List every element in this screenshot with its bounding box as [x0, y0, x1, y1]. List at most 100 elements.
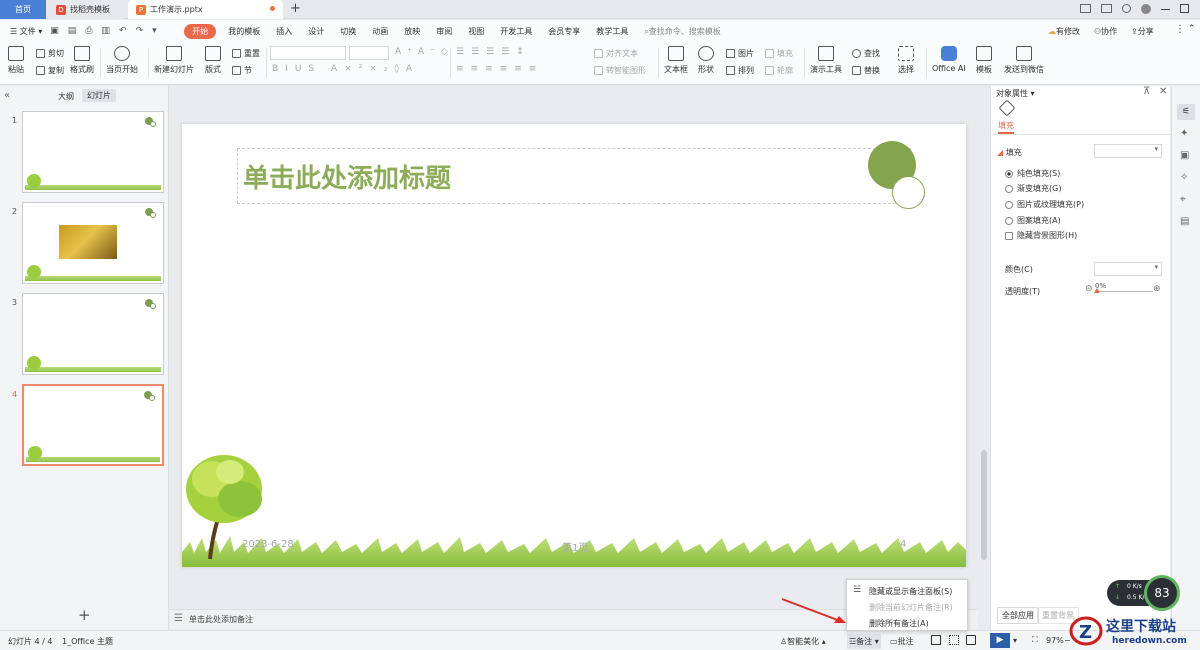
- transparency-slider[interactable]: [1095, 291, 1153, 292]
- increase-icon[interactable]: ⊕: [1153, 284, 1161, 294]
- slide-thumbnail-4[interactable]: [22, 384, 164, 466]
- replace-button[interactable]: 替换: [852, 65, 880, 76]
- picture-button[interactable]: 图片: [726, 48, 754, 59]
- notes-placeholder[interactable]: 单击此处添加备注: [189, 614, 253, 625]
- color-dropdown[interactable]: ▾: [1094, 262, 1162, 276]
- normal-view-icon[interactable]: [931, 635, 941, 645]
- tab-home[interactable]: 首页: [0, 0, 46, 19]
- pattern-fill-option[interactable]: 图案填充(A): [1005, 215, 1061, 226]
- menu-member[interactable]: 会员专享: [540, 26, 588, 37]
- menu-review[interactable]: 审阅: [428, 26, 460, 37]
- menu-transition[interactable]: 切换: [332, 26, 364, 37]
- decrease-icon[interactable]: ⊖: [1085, 284, 1093, 294]
- transition-icon[interactable]: ▣: [1180, 150, 1189, 161]
- sorter-view-icon[interactable]: [949, 635, 959, 645]
- new-slide-button[interactable]: 新建幻灯片: [154, 46, 194, 75]
- copy-button[interactable]: 复制: [36, 65, 64, 76]
- office-ai-button[interactable]: Office AI: [932, 46, 966, 73]
- properties-icon[interactable]: ⚟: [1177, 104, 1195, 120]
- menu-view[interactable]: 视图: [460, 26, 492, 37]
- pin-icon[interactable]: ⊼: [1143, 86, 1150, 97]
- layout-icon[interactable]: [1080, 4, 1091, 13]
- minimize-icon[interactable]: [1161, 9, 1170, 10]
- smart-beautify-button[interactable]: ♙智能美化 ▴: [780, 636, 826, 647]
- maximize-icon[interactable]: [1180, 4, 1189, 13]
- font-size-controls[interactable]: A⁺A⁻◇: [395, 47, 454, 57]
- apply-all-button[interactable]: 全部应用: [997, 607, 1039, 624]
- menu-teaching[interactable]: 教学工具: [588, 26, 636, 37]
- menu-home[interactable]: 开始: [184, 23, 217, 39]
- play-current-button[interactable]: 当页开始: [106, 46, 138, 75]
- preview-icon[interactable]: ▥: [102, 26, 111, 36]
- slide-thumbnail-2[interactable]: [22, 202, 164, 284]
- menu-delete-current-notes[interactable]: 删除当前幻灯片备注(R): [869, 602, 953, 613]
- export-icon[interactable]: ▤: [68, 26, 77, 36]
- title-placeholder[interactable]: 单击此处添加标题: [237, 148, 911, 204]
- menu-insert[interactable]: 插入: [268, 26, 300, 37]
- presentation-tools-button[interactable]: 演示工具: [810, 46, 842, 75]
- reading-view-icon[interactable]: [966, 635, 976, 645]
- scrollbar-thumb[interactable]: [981, 450, 987, 560]
- close-panel-icon[interactable]: ✕: [1159, 86, 1167, 97]
- select-button[interactable]: 选择: [898, 46, 914, 75]
- alignment-controls[interactable]: ≡≡≡≡≡≡: [456, 64, 543, 74]
- theme-name[interactable]: 1_Office 主题: [62, 636, 113, 647]
- layout-button[interactable]: 版式: [205, 46, 221, 75]
- smart-graphic-button[interactable]: 转智能图形: [594, 65, 646, 76]
- cut-button[interactable]: 剪切: [36, 48, 64, 59]
- hide-bg-checkbox[interactable]: 隐藏背景图形(H): [1005, 230, 1077, 241]
- slider-handle[interactable]: [1094, 288, 1100, 293]
- memory-usage-gauge[interactable]: 83: [1144, 575, 1180, 611]
- paste-button[interactable]: 粘贴: [8, 46, 24, 75]
- tab-template[interactable]: D 找稻壳模板: [48, 0, 124, 19]
- format-painter-button[interactable]: 格式刷: [70, 46, 94, 75]
- shape-button[interactable]: 形状: [698, 46, 714, 75]
- share-button[interactable]: ⇪分享: [1131, 26, 1154, 37]
- fill-section-header[interactable]: ◢ 填充: [997, 147, 1022, 158]
- template-button[interactable]: 模板: [976, 46, 992, 75]
- font-family-select[interactable]: [270, 46, 346, 60]
- pin-tool-icon[interactable]: ✦: [1180, 128, 1188, 139]
- send-wechat-button[interactable]: 发送到微信: [1004, 46, 1044, 75]
- text-format-controls[interactable]: BIUS A×²×₂◊A: [272, 64, 419, 74]
- collapse-ribbon-icon[interactable]: ⌃: [1188, 24, 1196, 34]
- add-slide-button[interactable]: +: [78, 606, 91, 624]
- file-menu[interactable]: ☰ 文件 ▾: [0, 26, 50, 37]
- comment-button[interactable]: ▭批注: [890, 636, 914, 647]
- arrange-button[interactable]: 排列: [726, 65, 754, 76]
- menu-animation[interactable]: 动画: [364, 26, 396, 37]
- animation-icon[interactable]: ✧: [1180, 172, 1188, 183]
- menu-slideshow[interactable]: 放映: [396, 26, 428, 37]
- location-icon[interactable]: ⌖: [1180, 194, 1186, 205]
- collapse-panel-icon[interactable]: «: [4, 90, 10, 101]
- picture-fill-option[interactable]: 图片或纹理填充(P): [1005, 199, 1084, 210]
- avatar[interactable]: [1141, 4, 1151, 14]
- menu-toggle-notes-panel[interactable]: 隐藏或显示备注面板(S): [869, 586, 952, 597]
- more-icon[interactable]: ▾: [152, 26, 157, 36]
- font-size-select[interactable]: [349, 46, 389, 60]
- print-icon[interactable]: ⎙: [85, 26, 92, 36]
- command-search[interactable]: ⌕查找命令、搜索模板: [636, 26, 728, 37]
- menu-delete-all-notes[interactable]: 删除所有备注(A): [869, 618, 929, 629]
- new-tab-button[interactable]: +: [290, 1, 301, 16]
- tab-fill[interactable]: 填充: [998, 120, 1014, 134]
- document-icon[interactable]: ▤: [1180, 216, 1189, 227]
- tab-document[interactable]: P 工作演示.pptx: [128, 0, 283, 19]
- tab-slides[interactable]: 幻灯片: [82, 89, 116, 102]
- tab-outline[interactable]: 大纲: [58, 91, 74, 102]
- find-button[interactable]: 查找: [852, 48, 880, 59]
- save-icon[interactable]: ▣: [50, 26, 59, 36]
- solid-fill-option[interactable]: 纯色填充(S): [1005, 168, 1060, 179]
- slideshow-dropdown-icon[interactable]: ▾: [1013, 636, 1017, 645]
- menu-developer[interactable]: 开发工具: [492, 26, 540, 37]
- slide-thumbnail-1[interactable]: [22, 111, 164, 193]
- notes-toggle-button[interactable]: ☲备注 ▾: [847, 634, 881, 649]
- fill-button[interactable]: 填充: [765, 48, 793, 59]
- outline-button[interactable]: 轮廓: [765, 65, 793, 76]
- grid-icon[interactable]: [1101, 4, 1112, 13]
- slide-thumbnail-3[interactable]: [22, 293, 164, 375]
- play-slideshow-icon[interactable]: ▶: [990, 633, 1010, 648]
- section-button[interactable]: 节: [232, 65, 252, 76]
- has-changes-button[interactable]: ☁有修改: [1048, 26, 1080, 37]
- zoom-level[interactable]: 97%: [1046, 636, 1064, 645]
